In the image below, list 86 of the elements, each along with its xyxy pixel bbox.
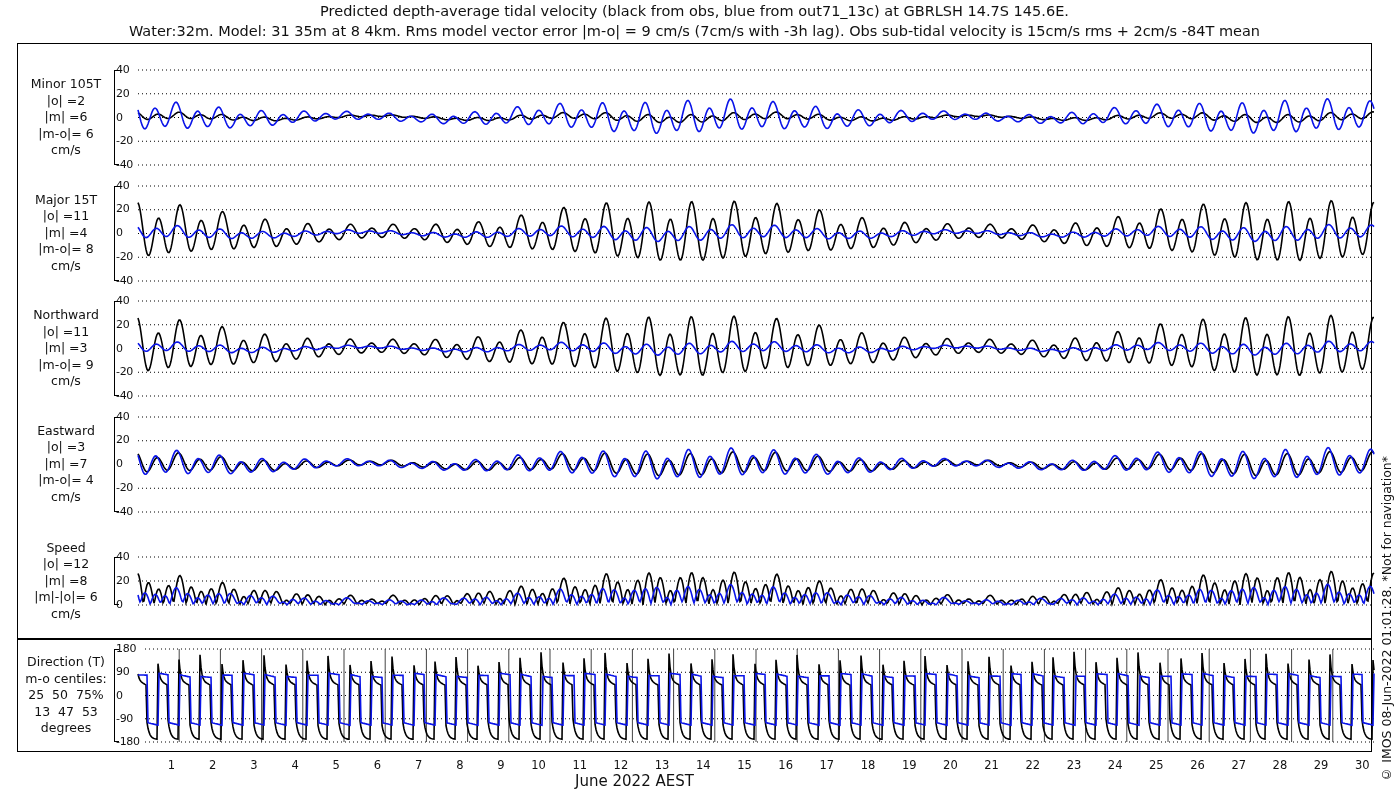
panel-stat-text: cm/s xyxy=(51,257,81,275)
day-tick-label: 24 xyxy=(1106,758,1124,772)
panel-stat-text: |m| =7 xyxy=(44,455,88,473)
panel-stat-text: |m| =6 xyxy=(44,109,88,126)
panel-stat-text: |m-o|= 4 xyxy=(38,472,94,489)
day-tick-label: 3 xyxy=(249,758,259,772)
day-tick-label: 15 xyxy=(736,758,753,772)
day-tick-label: 27 xyxy=(1230,758,1248,772)
panel-stat-text: |o| =11 xyxy=(42,208,90,225)
day-tick-label: 18 xyxy=(859,758,877,772)
axis-tick-label: 20 xyxy=(115,202,130,217)
panel-stat-text: cm/s xyxy=(51,373,81,390)
day-tick-label: 10 xyxy=(530,758,547,772)
axis-tick-label: 180 xyxy=(115,642,137,656)
day-tick-label: 19 xyxy=(900,758,918,772)
panel-stat-text: |o| =3 xyxy=(46,439,86,456)
panel-stat-text: Northward xyxy=(33,307,99,324)
day-tick-label: 23 xyxy=(1065,758,1083,772)
day-tick-label: 28 xyxy=(1271,758,1289,772)
copyright-text: © IMOS 08-Jun-2022 01:01:28. *Not for navigation* xyxy=(1378,456,1394,782)
day-tick-label: 26 xyxy=(1189,758,1206,772)
day-tick-label: 29 xyxy=(1312,758,1330,772)
panel-stat-text: |m| =4 xyxy=(44,224,88,242)
panel-stat-text: |m-o|= 9 xyxy=(38,356,94,374)
panel-stat-text: |o| =12 xyxy=(42,556,90,573)
day-tick-label: 7 xyxy=(414,758,424,772)
axis-tick-label: 90 xyxy=(115,665,130,680)
panel-stat-text: Minor 105T xyxy=(30,76,102,93)
day-tick-label: 17 xyxy=(818,758,836,772)
axis-tick-label: 20 xyxy=(115,317,130,332)
axis-tick-label: 20 xyxy=(115,86,130,101)
day-tick-label: 13 xyxy=(653,758,671,772)
day-tick-label: 12 xyxy=(612,758,630,772)
axis-tick-label: -20 xyxy=(115,134,134,149)
day-tick-label: 6 xyxy=(372,758,383,772)
panel-stat-text: |m-o|= 6 xyxy=(38,125,94,143)
panel-stat-text: degrees xyxy=(40,720,92,737)
axis-title: June 2022 AEST xyxy=(575,772,694,790)
axis-tick-label: -20 xyxy=(115,365,134,380)
panel-stat-text: |m-o|= 8 xyxy=(38,241,94,258)
axis-tick-label: 0 xyxy=(115,457,123,471)
panel-stat-text: 25 50 75% xyxy=(28,687,104,704)
day-tick-label: 30 xyxy=(1354,758,1371,772)
panel-stat-text: m-o centiles: xyxy=(25,670,107,688)
panel-stat-text: 13 47 53 xyxy=(34,703,98,721)
panel-stat-text: |o| =2 xyxy=(46,92,86,110)
panel-stat-text: |m| =8 xyxy=(44,572,88,590)
day-tick-label: 2 xyxy=(208,758,218,772)
axis-tick-label: -180 xyxy=(115,735,140,749)
day-tick-label: 20 xyxy=(942,758,959,772)
panel-stat-text: cm/s xyxy=(51,605,81,623)
day-tick-label: 11 xyxy=(571,758,589,772)
day-tick-label: 8 xyxy=(455,758,465,772)
panel-stat-text: |o| =11 xyxy=(42,323,90,341)
panel-stat-text: Speed xyxy=(46,539,86,557)
chart-title: Predicted depth-average tidal velocity (black from obs, blue from out71_13c) at GBRLSH 14.7S 145.6E. xyxy=(320,2,1069,21)
axis-tick-label: 20 xyxy=(115,574,130,588)
axis-tick-label: 0 xyxy=(115,341,123,356)
panel-stat-text: Eastward xyxy=(37,422,95,440)
day-tick-label: 4 xyxy=(290,758,300,772)
panel-stat-text: |m| =3 xyxy=(44,340,88,357)
axis-tick-label: 0 xyxy=(115,110,123,125)
day-tick-label: 16 xyxy=(777,758,794,772)
axis-tick-label: -20 xyxy=(115,249,134,264)
day-tick-label: 21 xyxy=(983,758,1000,772)
day-tick-label: 1 xyxy=(166,758,177,772)
panel-stat-text: |m|-|o|= 6 xyxy=(34,589,98,606)
panel-stat-text: Major 15T xyxy=(34,191,98,209)
panel-stat-text: cm/s xyxy=(51,142,81,159)
panel-stat-text: Direction (T) xyxy=(27,654,105,671)
axis-tick-label: -20 xyxy=(115,480,134,495)
day-tick-label: 5 xyxy=(331,758,341,772)
axis-tick-label: -90 xyxy=(115,711,134,726)
axis-tick-label: -40 xyxy=(115,273,134,288)
axis-tick-label: -40 xyxy=(115,389,134,403)
axis-tick-label: 0 xyxy=(115,688,123,703)
day-tick-label: 22 xyxy=(1024,758,1042,772)
axis-tick-label: -40 xyxy=(115,158,134,172)
axis-tick-label: 20 xyxy=(115,433,130,448)
day-tick-label: 25 xyxy=(1148,758,1165,772)
day-tick-label: 9 xyxy=(496,758,506,772)
axis-tick-label: -40 xyxy=(115,504,134,519)
chart-title: Water:32m. Model: 31 35m at 8 4km. Rms model vector error |m-o| = 9 cm/s (7cm/s with -3h lag). Obs sub-tidal velocity is 15cm/s rms + 2cm/s -84T mean xyxy=(128,22,1261,41)
day-tick-label: 14 xyxy=(695,758,712,772)
panel-stat-text: cm/s xyxy=(51,488,81,506)
axis-tick-label: 0 xyxy=(115,226,123,240)
